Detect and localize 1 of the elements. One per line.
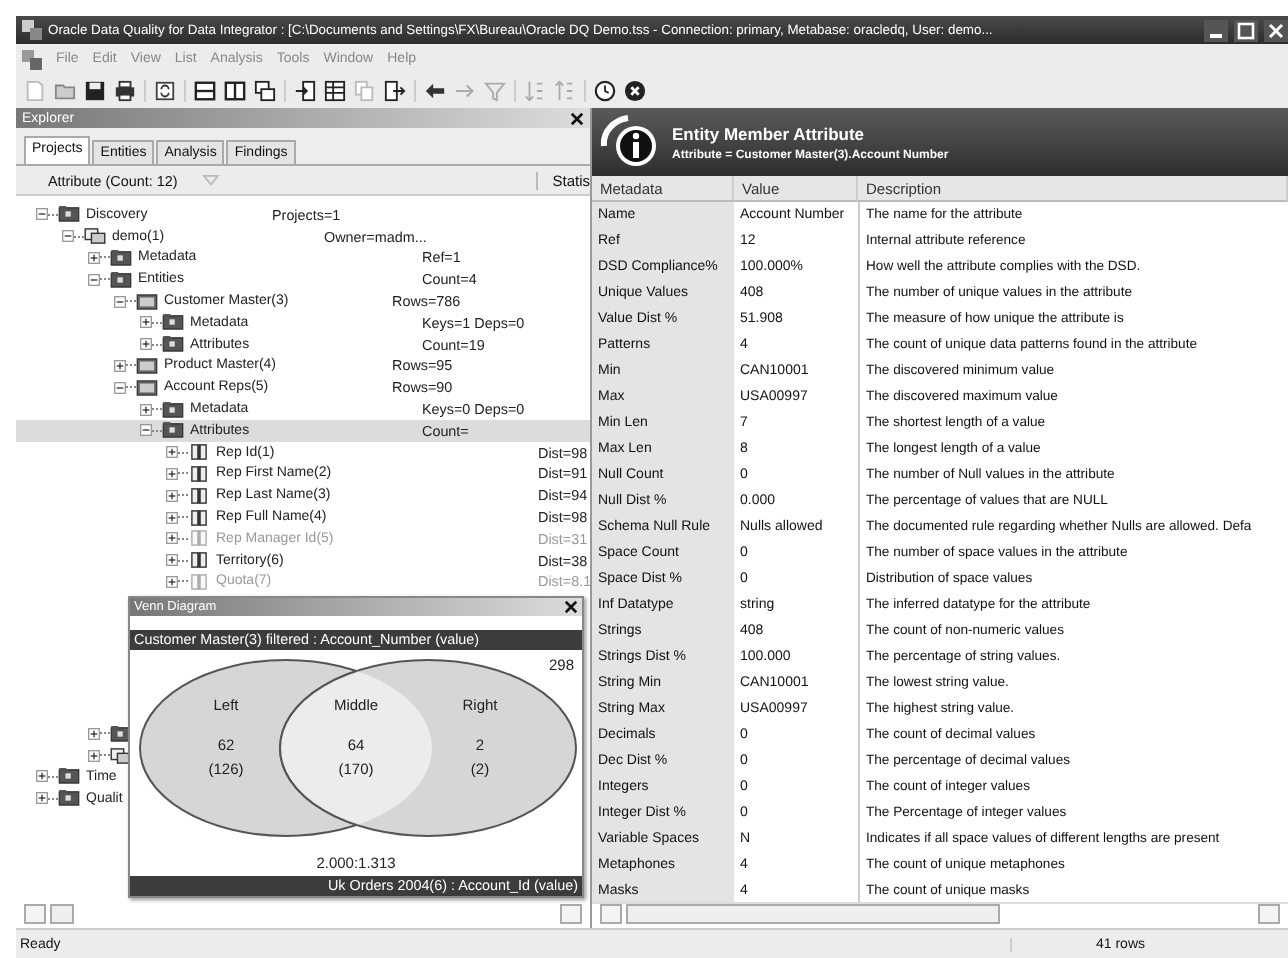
- panel-title: Entity Member Attribute: [672, 123, 867, 143]
